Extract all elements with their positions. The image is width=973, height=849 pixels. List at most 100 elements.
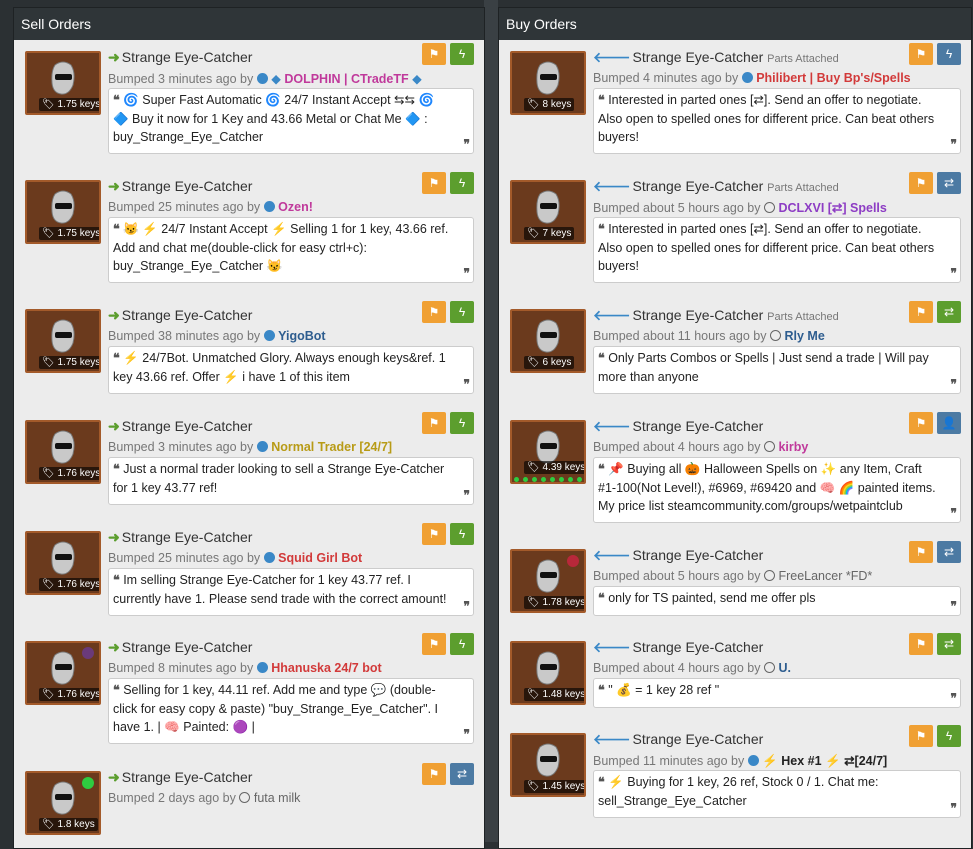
listing-actions: ⚑ ϟ (422, 633, 474, 655)
flag-icon[interactable]: ⚑ (422, 301, 446, 323)
item-name: Strange Eye-Catcher (121, 418, 253, 434)
exchange-icon[interactable]: ⇄ (450, 763, 474, 785)
description-text: Just a normal trader looking to sell a S… (113, 462, 445, 495)
price-tag: 🏷 1.75 keys (39, 98, 99, 111)
flag-icon[interactable]: ⚑ (909, 172, 933, 194)
listing-title[interactable]: 🡐 Strange Eye-Catcher Parts Attached (593, 307, 839, 324)
item-name: Strange Eye-Catcher (632, 731, 764, 747)
item-thumbnail[interactable]: 🏷 8 keys (510, 51, 586, 115)
item-thumbnail[interactable]: 🏷 1.45 keys (510, 733, 586, 797)
user-link[interactable]: kirby (778, 440, 808, 454)
user-link[interactable]: ⚡ Hex #1 ⚡ ⇄[24/7] (762, 754, 887, 768)
user-link[interactable]: Rly Me (784, 329, 824, 343)
listing-description: ❝ only for TS painted, send me offer pls… (593, 586, 961, 616)
flag-icon[interactable]: ⚑ (422, 633, 446, 655)
price-tag: 🏷 1.78 keys (524, 596, 584, 609)
price-tag: 🏷 1.76 keys (39, 688, 99, 701)
price-tag: 🏷 1.76 keys (39, 578, 99, 591)
lightning-icon[interactable]: ϟ (937, 43, 961, 65)
flag-icon[interactable]: ⚑ (909, 541, 933, 563)
add-friend-icon[interactable]: 👤 (937, 412, 961, 434)
listing-title[interactable]: ➜ Strange Eye-Catcher (108, 529, 252, 546)
listing-title[interactable]: ➜ Strange Eye-Catcher (108, 307, 252, 324)
sell-arrow-icon: ➜ (108, 307, 120, 323)
price-tag: 🏷 1.45 keys (524, 780, 584, 793)
flag-icon[interactable]: ⚑ (422, 523, 446, 545)
user-link[interactable]: U. (778, 661, 791, 675)
user-link[interactable]: Ozen! (278, 200, 313, 214)
user-link[interactable]: Hhanuska 24/7 bot (271, 661, 381, 675)
status-dot-icon (256, 441, 268, 452)
user-link[interactable]: DOLPHIN | CTradeTF (284, 72, 408, 86)
exchange-icon[interactable]: ⇄ (937, 541, 961, 563)
item-name: Strange Eye-Catcher (121, 769, 253, 785)
listing-title[interactable]: ➜ Strange Eye-Catcher (108, 769, 252, 786)
flag-icon[interactable]: ⚑ (909, 43, 933, 65)
description-text: Interested in parted ones [⇄]. Send an o… (598, 222, 935, 273)
item-thumbnail[interactable]: 🏷 1.8 keys (25, 771, 101, 835)
exchange-icon[interactable]: ⇄ (937, 301, 961, 323)
bumped-line: Bumped 3 minutes ago by Normal Trader [2… (108, 440, 392, 454)
listing-title[interactable]: 🡐 Strange Eye-Catcher (593, 418, 763, 435)
offline-dot-icon (770, 330, 781, 341)
flag-icon[interactable]: ⚑ (422, 172, 446, 194)
item-thumbnail[interactable]: 🏷 1.76 keys (25, 420, 101, 484)
listing-actions: ⚑ ⇄ (909, 172, 961, 194)
item-thumbnail[interactable]: 🏷 6 keys (510, 309, 586, 373)
flag-icon[interactable]: ⚑ (909, 301, 933, 323)
listing-title[interactable]: 🡐 Strange Eye-Catcher Parts Attached (593, 178, 839, 195)
listing-title[interactable]: 🡐 Strange Eye-Catcher (593, 639, 763, 656)
item-thumbnail[interactable]: 🏷 1.76 keys (25, 531, 101, 595)
offline-dot-icon (763, 662, 775, 673)
quote-close-icon: ❞ (950, 376, 957, 391)
lightning-icon[interactable]: ϟ (450, 412, 474, 434)
exchange-icon[interactable]: ⇄ (937, 633, 961, 655)
item-thumbnail[interactable]: 🏷 1.75 keys (25, 309, 101, 373)
listing-actions: ⚑ ϟ (422, 301, 474, 323)
item-thumbnail[interactable]: 🏷 1.48 keys (510, 641, 586, 705)
listing-title[interactable]: ➜ Strange Eye-Catcher (108, 418, 252, 435)
item-thumbnail[interactable]: 🏷 1.75 keys (25, 51, 101, 115)
flag-icon[interactable]: ⚑ (909, 633, 933, 655)
listing-title[interactable]: ➜ Strange Eye-Catcher (108, 49, 252, 66)
user-link[interactable]: FreeLancer *FD* (778, 569, 872, 583)
lightning-icon[interactable]: ϟ (450, 172, 474, 194)
item-thumbnail[interactable]: 🏷 1.75 keys (25, 180, 101, 244)
listing-title[interactable]: 🡐 Strange Eye-Catcher Parts Attached (593, 49, 839, 66)
offline-dot-icon (763, 441, 775, 452)
item-thumbnail[interactable]: 🏷 1.78 keys (510, 549, 586, 613)
eye-catcher-mask-icon (536, 743, 560, 777)
listing-title[interactable]: 🡐 Strange Eye-Catcher (593, 547, 763, 564)
flag-icon[interactable]: ⚑ (422, 412, 446, 434)
user-link[interactable]: Normal Trader [24/7] (271, 440, 392, 454)
flag-icon[interactable]: ⚑ (422, 43, 446, 65)
quote-close-icon: ❞ (463, 598, 470, 613)
listing-title[interactable]: 🡐 Strange Eye-Catcher (593, 731, 763, 748)
user-link[interactable]: futa milk (254, 791, 301, 805)
lightning-icon[interactable]: ϟ (450, 301, 474, 323)
bumped-line: Bumped 3 minutes ago by ◆ DOLPHIN | CTra… (108, 71, 422, 86)
lightning-icon[interactable]: ϟ (450, 43, 474, 65)
flag-icon[interactable]: ⚑ (909, 725, 933, 747)
listing-actions: ⚑ ϟ (909, 725, 961, 747)
lightning-icon[interactable]: ϟ (450, 633, 474, 655)
exchange-icon[interactable]: ⇄ (937, 172, 961, 194)
user-link[interactable]: YigoBot (278, 329, 325, 343)
lightning-icon[interactable]: ϟ (450, 523, 474, 545)
price-tag: 🏷 8 keys (524, 98, 575, 111)
listing-title[interactable]: ➜ Strange Eye-Catcher (108, 639, 252, 656)
flag-icon[interactable]: ⚑ (909, 412, 933, 434)
user-link[interactable]: Squid Girl Bot (278, 551, 362, 565)
user-link[interactable]: DCLXVI [⇄] Spells (778, 201, 886, 215)
lightning-icon[interactable]: ϟ (937, 725, 961, 747)
user-link[interactable]: Philibert | Buy Bp's/Spells (756, 71, 910, 85)
item-thumbnail[interactable]: 🏷 4.39 keys (510, 420, 586, 484)
quote-open-icon: ❝ (113, 351, 124, 365)
listing-title[interactable]: ➜ Strange Eye-Catcher (108, 178, 252, 195)
offline-dot-icon (239, 792, 251, 803)
item-thumbnail[interactable]: 🏷 1.76 keys (25, 641, 101, 705)
item-name: Strange Eye-Catcher (121, 307, 253, 323)
flag-icon[interactable]: ⚑ (422, 763, 446, 785)
item-thumbnail[interactable]: 🏷 7 keys (510, 180, 586, 244)
bumped-text: Bumped about 11 hours ago by (593, 329, 767, 343)
